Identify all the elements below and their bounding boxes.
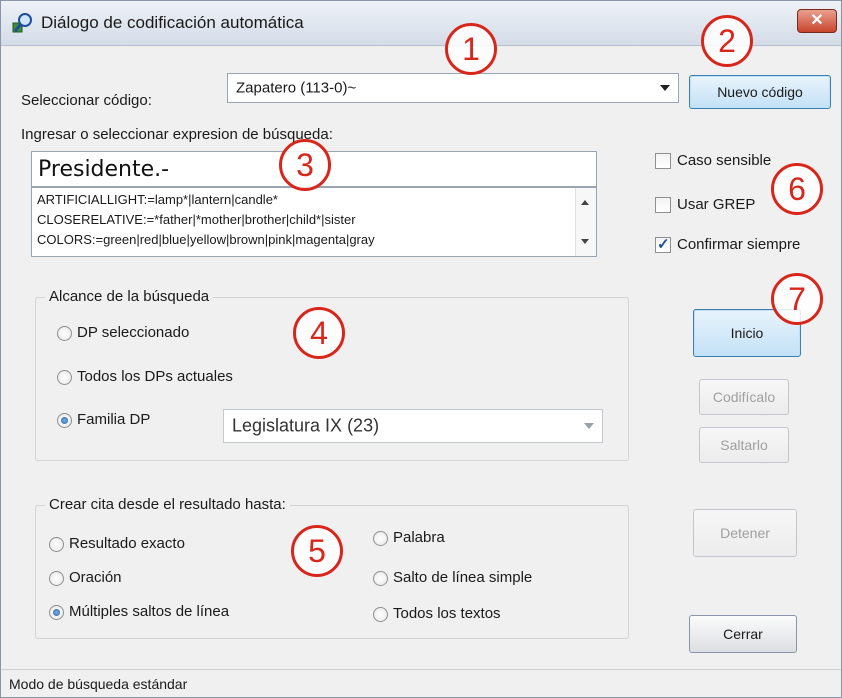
quote-option-label: Palabra (393, 529, 445, 546)
annotation-marker-2: 2 (701, 15, 753, 67)
quote-radio-word[interactable] (373, 531, 388, 546)
scroll-down-icon[interactable] (581, 239, 589, 244)
case-sensitive-label: Caso sensible (677, 152, 772, 169)
close-button[interactable]: Cerrar (689, 615, 797, 653)
new-code-button-label: Nuevo código (717, 84, 803, 100)
stop-button-label: Detener (720, 525, 770, 541)
annotation-marker-3: 3 (279, 139, 331, 191)
list-scrollbar[interactable] (575, 188, 596, 256)
scroll-up-icon[interactable] (581, 200, 589, 205)
scope-option-label: Todos los DPs actuales (77, 368, 233, 385)
scope-radio-selected-dp[interactable] (57, 326, 72, 341)
magnifier-icon (12, 13, 32, 33)
quote-radio-all-texts[interactable] (373, 607, 388, 622)
quote-radio-single-line-break[interactable] (373, 571, 388, 586)
list-item[interactable]: CLOSERELATIVE:=*father|*mother|brother|c… (37, 212, 356, 227)
select-code-label: Seleccionar código: (21, 92, 152, 109)
window-title: Diálogo de codificación automática (41, 13, 304, 32)
quote-radio-multiple-line-breaks[interactable] (49, 605, 64, 620)
annotation-marker-4: 4 (293, 307, 345, 359)
skip-button-label: Saltarlo (720, 437, 768, 453)
scope-radio-dp-family[interactable] (57, 413, 72, 428)
quote-option-label: Oración (69, 569, 122, 586)
create-quote-title: Crear cita desde el resultado hasta: (45, 496, 290, 513)
chevron-down-icon (584, 423, 594, 429)
scope-option-label: Familia DP (77, 411, 151, 428)
annotation-marker-7: 7 (771, 273, 823, 325)
code-select-value: Zapatero (113-0)~ (236, 79, 357, 97)
close-window-button[interactable]: ✕ (797, 9, 837, 33)
new-code-button[interactable]: Nuevo código (689, 75, 831, 109)
stop-button[interactable]: Detener (693, 509, 797, 557)
use-grep-checkbox[interactable] (655, 197, 671, 213)
annotation-marker-5: 5 (291, 525, 343, 577)
status-text: Modo de búsqueda estándar (9, 676, 188, 692)
code-it-button[interactable]: Codifícalo (699, 379, 789, 415)
quote-option-label: Resultado exacto (69, 535, 185, 552)
quote-radio-sentence[interactable] (49, 571, 64, 586)
quote-radio-exact-result[interactable] (49, 537, 64, 552)
use-grep-label: Usar GREP (677, 196, 756, 213)
search-scope-title: Alcance de la búsqueda (45, 288, 214, 305)
quote-option-label: Salto de línea simple (393, 569, 533, 586)
status-bar: Modo de búsqueda estándar (1, 669, 841, 697)
dp-family-select[interactable]: Legislatura IX (23) (223, 409, 603, 443)
close-icon: ✕ (810, 12, 824, 29)
list-item[interactable]: ARTIFICIALLIGHT:=lamp*|lantern|candle* (37, 192, 278, 207)
start-button-label: Inicio (730, 325, 764, 341)
close-button-label: Cerrar (723, 626, 763, 642)
dp-family-value: Legislatura IX (23) (232, 415, 380, 436)
code-select[interactable]: Zapatero (113-0)~ (227, 73, 679, 103)
code-it-button-label: Codifícalo (712, 389, 776, 405)
chevron-down-icon (660, 85, 670, 91)
search-expression-label: Ingresar o seleccionar expresion de búsq… (21, 126, 333, 143)
quote-option-label: Todos los textos (393, 605, 501, 622)
annotation-marker-6: 6 (771, 163, 823, 215)
annotation-marker-1: 1 (445, 23, 497, 75)
quote-option-label: Múltiples saltos de línea (69, 603, 230, 620)
always-confirm-checkbox[interactable] (655, 235, 671, 253)
auto-coding-dialog: Diálogo de codificación automática ✕ Sel… (0, 0, 842, 698)
scope-option-label: DP seleccionado (77, 324, 190, 341)
scope-radio-all-dps[interactable] (57, 370, 72, 385)
search-expression-value: Presidente.- (38, 157, 170, 182)
always-confirm-label: Confirmar siempre (677, 236, 801, 253)
list-item[interactable]: COLORS:=green|red|blue|yellow|brown|pink… (37, 232, 375, 247)
search-expression-list[interactable]: ARTIFICIALLIGHT:=lamp*|lantern|candle* C… (31, 187, 597, 257)
skip-button[interactable]: Saltarlo (699, 427, 789, 463)
case-sensitive-checkbox[interactable] (655, 153, 671, 169)
